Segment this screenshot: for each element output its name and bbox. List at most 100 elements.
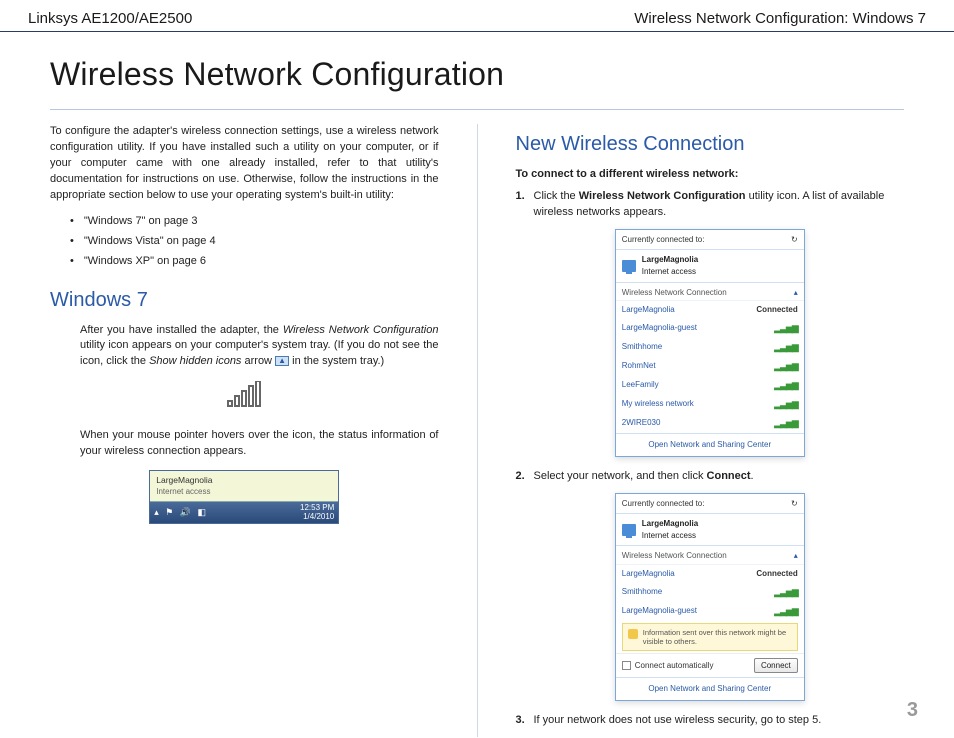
connect-button: Connect bbox=[754, 658, 798, 674]
bullet-xp: "Windows XP" on page 6 bbox=[70, 254, 439, 270]
signal-icon: ▂▃▅▆ bbox=[774, 360, 798, 373]
network-row: LargeMagnolia-guest▂▃▅▆ bbox=[616, 319, 804, 338]
step-body: Select your network, and then click Conn… bbox=[534, 469, 905, 485]
network-list: LargeMagnolia Connected LargeMagnolia-gues… bbox=[616, 301, 804, 433]
header-bar: Linksys AE1200/AE2500 Wireless Network C… bbox=[0, 0, 954, 32]
text: in the system tray.) bbox=[289, 355, 384, 367]
network-row: 2WIRE030 ▂▃▅▆ bbox=[616, 414, 804, 433]
product-name: Linksys AE1200/AE2500 bbox=[28, 10, 192, 27]
shield-icon bbox=[628, 629, 638, 639]
network-list: LargeMagnoliaConnectedSmithhome▂▃▅▆Large… bbox=[616, 565, 804, 621]
title-divider bbox=[50, 109, 904, 110]
signal-icon: ▂▃▅▆ bbox=[774, 605, 798, 618]
systray-tooltip: LargeMagnolia Internet access ▴ ⚑ 🔊 ◧ 12… bbox=[149, 470, 339, 525]
wifi-popup-figure-2: Currently connected to: ↻ LargeMagnolia … bbox=[615, 493, 805, 701]
wifi-popup-figure-1: Currently connected to: ↻ LargeMagnolia … bbox=[615, 229, 805, 457]
network-row: RohmNet ▂▃▅▆ bbox=[616, 357, 804, 376]
win7-para1: After you have installed the adapter, th… bbox=[50, 323, 439, 371]
text: arrow bbox=[241, 355, 275, 367]
warning-text: Information sent over this network might… bbox=[643, 628, 792, 646]
network-row: Smithhome ▂▃▅▆ bbox=[616, 583, 804, 602]
tooltip-body: LargeMagnolia Internet access bbox=[150, 471, 338, 502]
step-body: Click the Wireless Network Configuration… bbox=[534, 189, 905, 221]
section-label: Wireless Network Connection ▴ bbox=[616, 546, 804, 565]
bullet-win7: "Windows 7" on page 3 bbox=[70, 214, 439, 230]
step-body: If your network does not use wireless se… bbox=[534, 713, 905, 729]
left-column: To configure the adapter's wireless conn… bbox=[50, 124, 439, 737]
connect-bold: Connect bbox=[707, 470, 751, 482]
bullet-vista: "Windows Vista" on page 4 bbox=[70, 234, 439, 250]
conn-name: LargeMagnolia bbox=[642, 255, 698, 264]
network-name: LargeMagnolia bbox=[622, 304, 675, 316]
network-row: My wireless network▂▃▅▆ bbox=[616, 395, 804, 414]
chevron-up-icon: ▴ bbox=[794, 550, 798, 562]
current-connection: LargeMagnolia Internet access bbox=[616, 250, 804, 282]
network-name: LeeFamily bbox=[622, 379, 659, 392]
network-status: Connected bbox=[756, 304, 797, 316]
popup-footer-link: Open Network and Sharing Center bbox=[616, 433, 804, 456]
network-name: LargeMagnolia-guest bbox=[622, 605, 697, 618]
systray-figure: LargeMagnolia Internet access ▴ ⚑ 🔊 ◧ 12… bbox=[50, 470, 439, 525]
conn-text: LargeMagnolia Internet access bbox=[642, 254, 698, 277]
step-2: 2. Select your network, and then click C… bbox=[516, 469, 905, 485]
page-title: Wireless Network Configuration bbox=[0, 32, 954, 103]
checkbox-icon bbox=[622, 661, 631, 670]
step-3: 3. If your network does not use wireless… bbox=[516, 713, 905, 729]
text: After you have installed the adapter, th… bbox=[80, 324, 283, 336]
tooltip-status: Internet access bbox=[156, 486, 332, 498]
signal-icon: ▂▃▅▆ bbox=[774, 398, 798, 411]
step-number: 1. bbox=[516, 189, 534, 221]
security-warning: Information sent over this network might… bbox=[622, 623, 798, 651]
conn-name: LargeMagnolia bbox=[642, 519, 698, 528]
section-text: Wireless Network Connection bbox=[622, 550, 727, 562]
current-connection: LargeMagnolia Internet access bbox=[616, 514, 804, 546]
os-link-list: "Windows 7" on page 3 "Windows Vista" on… bbox=[50, 214, 439, 270]
windows7-heading: Windows 7 bbox=[50, 286, 439, 315]
tray-date: 1/4/2010 bbox=[303, 512, 334, 521]
tray-time: 12:53 PM bbox=[300, 503, 334, 512]
steps-list-cont: 2. Select your network, and then click C… bbox=[516, 469, 905, 485]
signal-icon: ▂▃▅▆ bbox=[774, 379, 798, 392]
signal-icon: ▂▃▅▆ bbox=[774, 586, 798, 599]
popup-footer-link: Open Network and Sharing Center bbox=[616, 677, 804, 700]
network-name: 2WIRE030 bbox=[622, 417, 661, 430]
tray-clock: 12:53 PM 1/4/2010 bbox=[300, 504, 334, 522]
conn-text: LargeMagnolia Internet access bbox=[642, 518, 698, 541]
win7-para2: When your mouse pointer hovers over the … bbox=[50, 428, 439, 460]
new-connection-heading: New Wireless Connection bbox=[516, 130, 905, 159]
step-number: 3. bbox=[516, 713, 534, 729]
chevron-up-icon: ▴ bbox=[794, 287, 798, 299]
page-number: 3 bbox=[907, 699, 918, 722]
network-status: Connected bbox=[756, 568, 797, 580]
network-row: LargeMagnolia-guest ▂▃▅▆ bbox=[616, 602, 804, 621]
section-label: Wireless Network Connection ▴ bbox=[616, 283, 804, 302]
network-name: LargeMagnolia bbox=[622, 568, 675, 580]
network-row: LargeMagnolia Connected bbox=[616, 565, 804, 583]
utility-name: Wireless Network Configuration bbox=[283, 324, 439, 336]
refresh-icon: ↻ bbox=[791, 498, 798, 510]
signal-icon: ▂▃▅▆ bbox=[774, 417, 798, 430]
popup-header-text: Currently connected to: bbox=[622, 498, 705, 510]
taskbar-strip: ▴ ⚑ 🔊 ◧ 12:53 PM 1/4/2010 bbox=[150, 502, 338, 524]
text: . bbox=[751, 470, 754, 482]
step-number: 2. bbox=[516, 469, 534, 485]
network-name: Smithhome bbox=[622, 586, 662, 599]
two-column-layout: To configure the adapter's wireless conn… bbox=[0, 124, 954, 737]
network-row: Smithhome▂▃▅▆ bbox=[616, 338, 804, 357]
tray-icons: ▴ ⚑ 🔊 ◧ bbox=[154, 506, 208, 519]
intro-paragraph: To configure the adapter's wireless conn… bbox=[50, 124, 439, 204]
step-1: 1. Click the Wireless Network Configurat… bbox=[516, 189, 905, 221]
refresh-icon: ↻ bbox=[791, 234, 798, 246]
text: Select your network, and then click bbox=[534, 470, 707, 482]
network-row: LargeMagnolia Connected bbox=[616, 301, 804, 319]
signal-bars-icon bbox=[50, 380, 439, 418]
network-name: RohmNet bbox=[622, 360, 656, 373]
steps-list-cont2: 3. If your network does not use wireless… bbox=[516, 713, 905, 729]
network-row: LeeFamily ▂▃▅▆ bbox=[616, 376, 804, 395]
tray-arrow-icon bbox=[275, 356, 289, 366]
right-column: New Wireless Connection To connect to a … bbox=[516, 124, 905, 737]
text: Click the bbox=[534, 190, 579, 202]
conn-sub: Internet access bbox=[642, 531, 696, 540]
connect-row: Connect automatically Connect bbox=[616, 653, 804, 678]
show-hidden-label: Show hidden icons bbox=[149, 355, 241, 367]
